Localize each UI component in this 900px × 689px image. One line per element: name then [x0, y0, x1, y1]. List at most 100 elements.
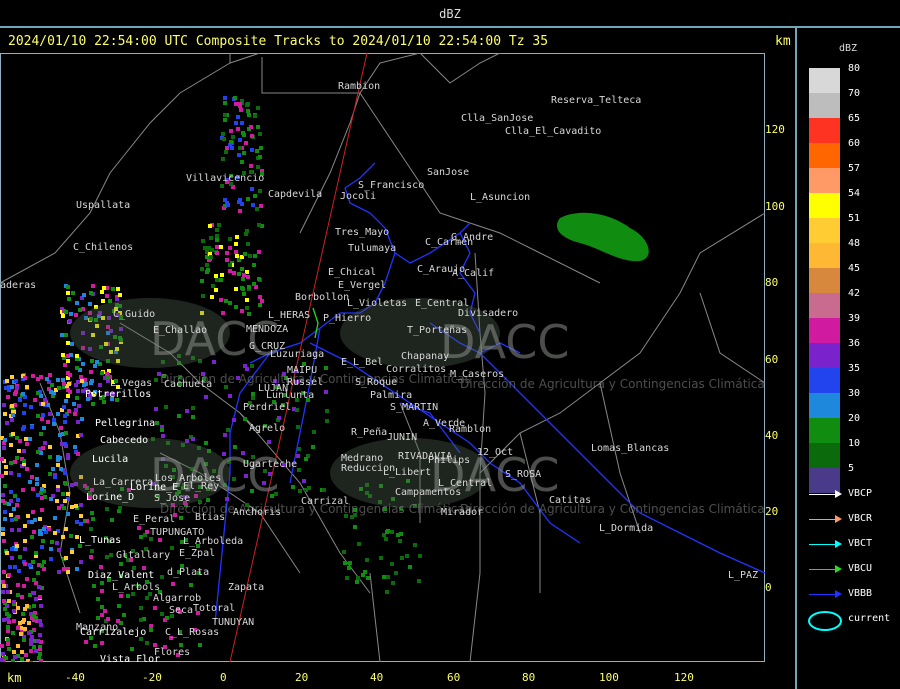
radar-cell [145, 641, 149, 645]
place-label: S_MARTIN [390, 402, 438, 413]
radar-cell [82, 383, 86, 387]
radar-cell [90, 511, 94, 515]
place-label: Vista_Flor [100, 654, 160, 662]
radar-cell [106, 617, 110, 621]
radar-cell [16, 583, 20, 587]
place-label: Tulumaya [348, 243, 396, 254]
radar-cell [41, 402, 45, 406]
radar-cell [91, 284, 95, 288]
radar-cell [189, 583, 193, 587]
radar-cell [115, 297, 119, 301]
radar-cell [210, 248, 214, 252]
radar-cell [214, 288, 218, 292]
radar-cell [256, 165, 260, 169]
radar-cell [21, 427, 25, 431]
radar-map[interactable]: DACC DACC DACC DACC Dirección de Agricul… [0, 53, 765, 662]
radar-cell [3, 510, 7, 514]
place-label: Ramblon [449, 424, 491, 435]
radar-cell [42, 426, 46, 430]
radar-cell [16, 606, 20, 610]
radar-cell [5, 379, 9, 383]
radar-cell [6, 625, 10, 629]
place-label: L_Asuncion [470, 192, 530, 203]
place-label: Divisadero [458, 308, 518, 319]
radar-cell [228, 237, 232, 241]
radar-cell [160, 612, 164, 616]
title-text: dBZ [439, 7, 461, 21]
place-label: Borbollon [295, 292, 349, 303]
radar-cell [63, 481, 67, 485]
radar-cell [215, 234, 219, 238]
arrow-right-icon [835, 565, 842, 573]
radar-cell [34, 597, 38, 601]
place-label: Carrizalejo [80, 627, 146, 638]
place-label: P_Hierro [323, 313, 371, 324]
radar-cell [165, 616, 169, 620]
radar-cell [36, 571, 40, 575]
radar-cell [40, 564, 44, 568]
radar-cell [139, 535, 143, 539]
radar-cell [237, 153, 241, 157]
radar-cell [88, 302, 92, 306]
radar-cell [347, 566, 351, 570]
radar-cell [248, 254, 252, 258]
radar-cell [226, 203, 230, 207]
radar-cell [390, 530, 394, 534]
radar-cell [64, 556, 68, 560]
radar-cell [239, 108, 243, 112]
place-label: d_Plata [167, 567, 209, 578]
radar-cell [48, 412, 52, 416]
radar-cell [200, 279, 204, 283]
radar-cell [398, 539, 402, 543]
radar-cell [117, 604, 121, 608]
radar-cell [0, 457, 4, 461]
radar-cell [46, 420, 50, 424]
radar-cell [92, 584, 96, 588]
radar-cell [24, 437, 28, 441]
radar-cell [1, 527, 5, 531]
radar-cell [79, 514, 83, 518]
radar-cell [61, 314, 65, 318]
radar-cell [38, 633, 42, 637]
place-label: E_Zpal [179, 548, 215, 559]
place-label: E_Peral [133, 514, 175, 525]
x-tick-label: 100 [599, 671, 619, 684]
radar-cell [11, 631, 15, 635]
radar-cell [90, 549, 94, 553]
radar-cell [390, 562, 394, 566]
radar-cell [302, 479, 306, 483]
place-label: Jocoli [340, 191, 376, 202]
radar-cell [38, 517, 42, 521]
radar-cell [256, 125, 260, 129]
radar-cell [109, 553, 113, 557]
radar-cell [251, 392, 255, 396]
radar-cell [246, 197, 250, 201]
radar-cell [222, 137, 226, 141]
radar-cell [13, 565, 17, 569]
radar-cell [250, 148, 254, 152]
radar-cell [33, 398, 37, 402]
radar-cell [18, 439, 22, 443]
radar-cell [58, 433, 62, 437]
radar-cell [38, 595, 42, 599]
place-label: E_Challao [153, 325, 207, 336]
radar-cell [226, 428, 230, 432]
radar-cell [42, 527, 46, 531]
radar-cell [245, 298, 249, 302]
radar-cell [297, 447, 301, 451]
radar-cell [9, 471, 13, 475]
place-label: C_Chilenos [73, 242, 133, 253]
radar-cell [160, 575, 164, 579]
radar-cell [325, 419, 329, 423]
radar-cell [63, 363, 67, 367]
radar-cell [105, 555, 109, 559]
radar-cell [20, 657, 24, 661]
radar-cell [22, 638, 26, 642]
arrow-right-icon [835, 515, 842, 523]
radar-cell [89, 527, 93, 531]
radar-cell [32, 530, 36, 534]
radar-cell [0, 644, 4, 648]
radar-cell [145, 596, 149, 600]
radar-cell [59, 467, 63, 471]
place-label: C_L_Rosas [165, 627, 219, 638]
